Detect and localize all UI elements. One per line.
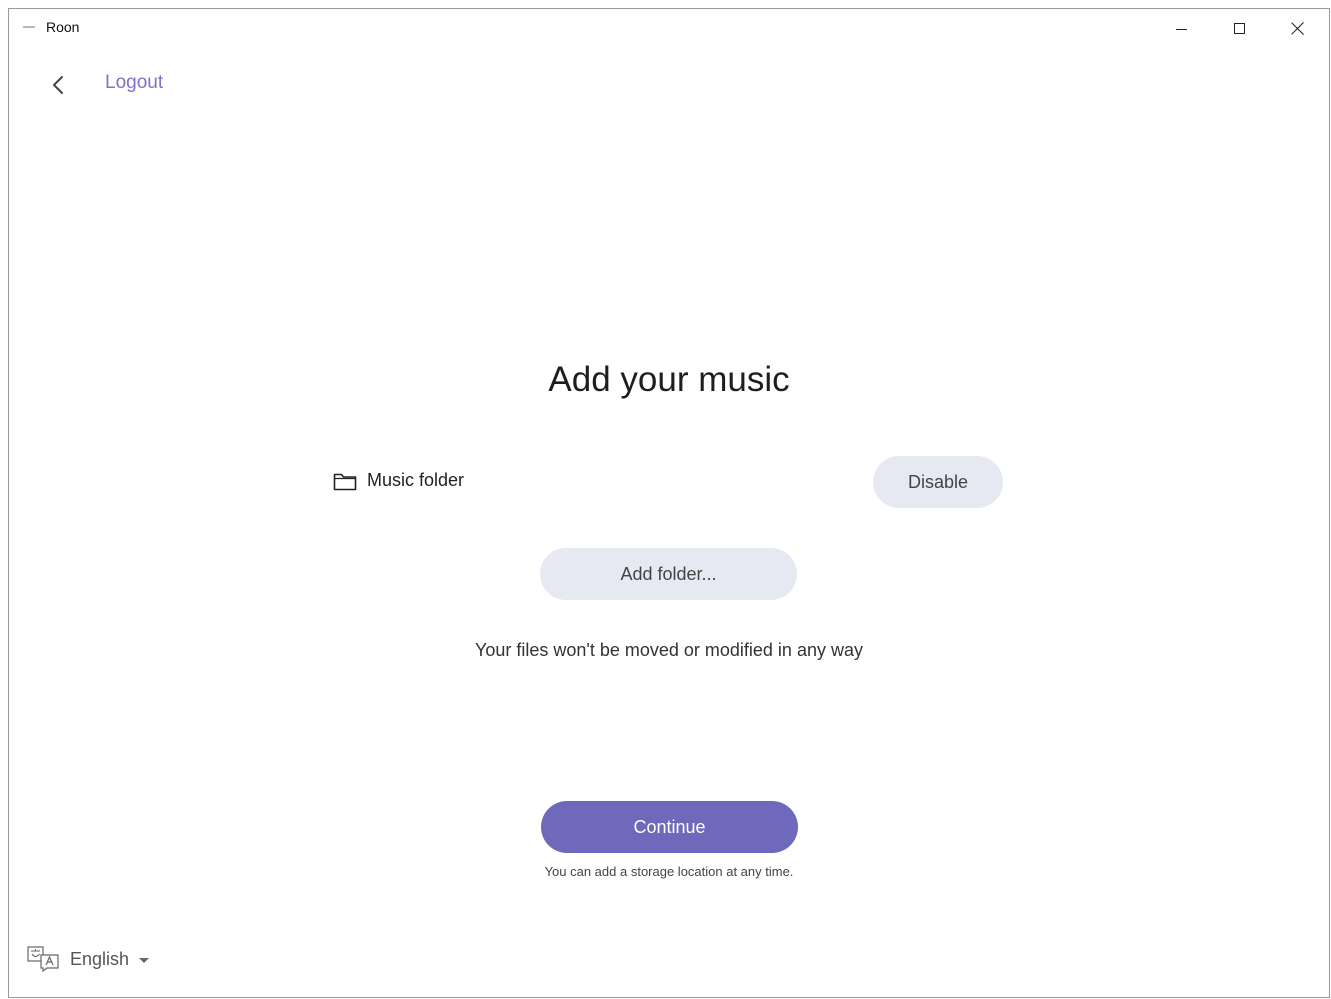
minimize-icon (1175, 28, 1187, 30)
page-title: Add your music (548, 360, 790, 399)
logout-link[interactable]: Logout (105, 72, 163, 94)
close-icon (1291, 22, 1304, 35)
app-window: Roon Logout Add your music Music folder … (8, 8, 1330, 998)
minimize-button[interactable] (1152, 9, 1210, 47)
window-title: Roon (46, 19, 80, 35)
chevron-left-icon[interactable] (47, 73, 71, 97)
app-icon (23, 24, 35, 30)
close-button[interactable] (1268, 9, 1326, 47)
continue-button[interactable]: Continue (541, 801, 798, 853)
storage-note: You can add a storage location at any ti… (544, 864, 794, 879)
chevron-down-icon (139, 957, 150, 963)
disable-button[interactable]: Disable (873, 456, 1003, 508)
title-bar: Roon (9, 9, 1329, 47)
folder-label: Music folder (367, 470, 465, 490)
language-selector[interactable]: English (27, 944, 150, 974)
folder-icon (333, 473, 357, 491)
music-folder-row: Music folder Disable (331, 456, 1004, 508)
maximize-button[interactable] (1210, 9, 1268, 47)
maximize-icon (1233, 23, 1245, 34)
add-folder-button[interactable]: Add folder... (540, 548, 797, 600)
files-note: Your files won't be moved or modified in… (475, 640, 863, 660)
translate-icon (27, 946, 59, 972)
language-label: English (70, 948, 130, 969)
